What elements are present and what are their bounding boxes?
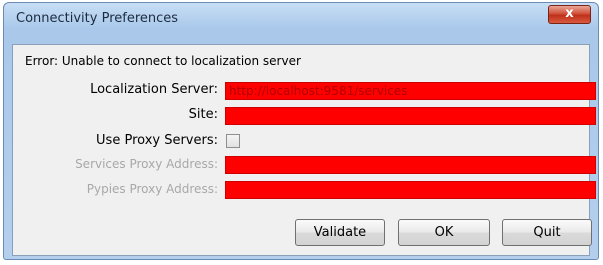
dialog-content: Error: Unable to connect to localization…: [12, 44, 596, 256]
use-proxy-checkbox[interactable]: [226, 134, 240, 148]
localization-server-input[interactable]: http://localhost:9581/services: [225, 82, 596, 100]
use-proxy-label: Use Proxy Servers:: [96, 133, 218, 148]
localization-server-label: Localization Server:: [90, 82, 218, 97]
quit-button[interactable]: Quit: [502, 219, 592, 246]
close-icon: x: [565, 6, 574, 21]
title-bar[interactable]: Connectivity Preferences x: [4, 3, 598, 33]
window-title: Connectivity Preferences: [16, 11, 179, 26]
close-button[interactable]: x: [548, 5, 591, 24]
error-message: Error: Unable to connect to localization…: [25, 54, 301, 68]
pypies-proxy-label: Pypies Proxy Address:: [86, 182, 218, 196]
site-label: Site:: [188, 107, 218, 122]
services-proxy-label: Services Proxy Address:: [75, 157, 218, 171]
site-input[interactable]: [225, 107, 596, 125]
services-proxy-input[interactable]: [225, 156, 596, 174]
validate-button[interactable]: Validate: [295, 219, 385, 246]
dialog-window: Connectivity Preferences x Error: Unable…: [3, 2, 599, 260]
pypies-proxy-input[interactable]: [225, 181, 596, 199]
ok-button[interactable]: OK: [398, 219, 490, 246]
